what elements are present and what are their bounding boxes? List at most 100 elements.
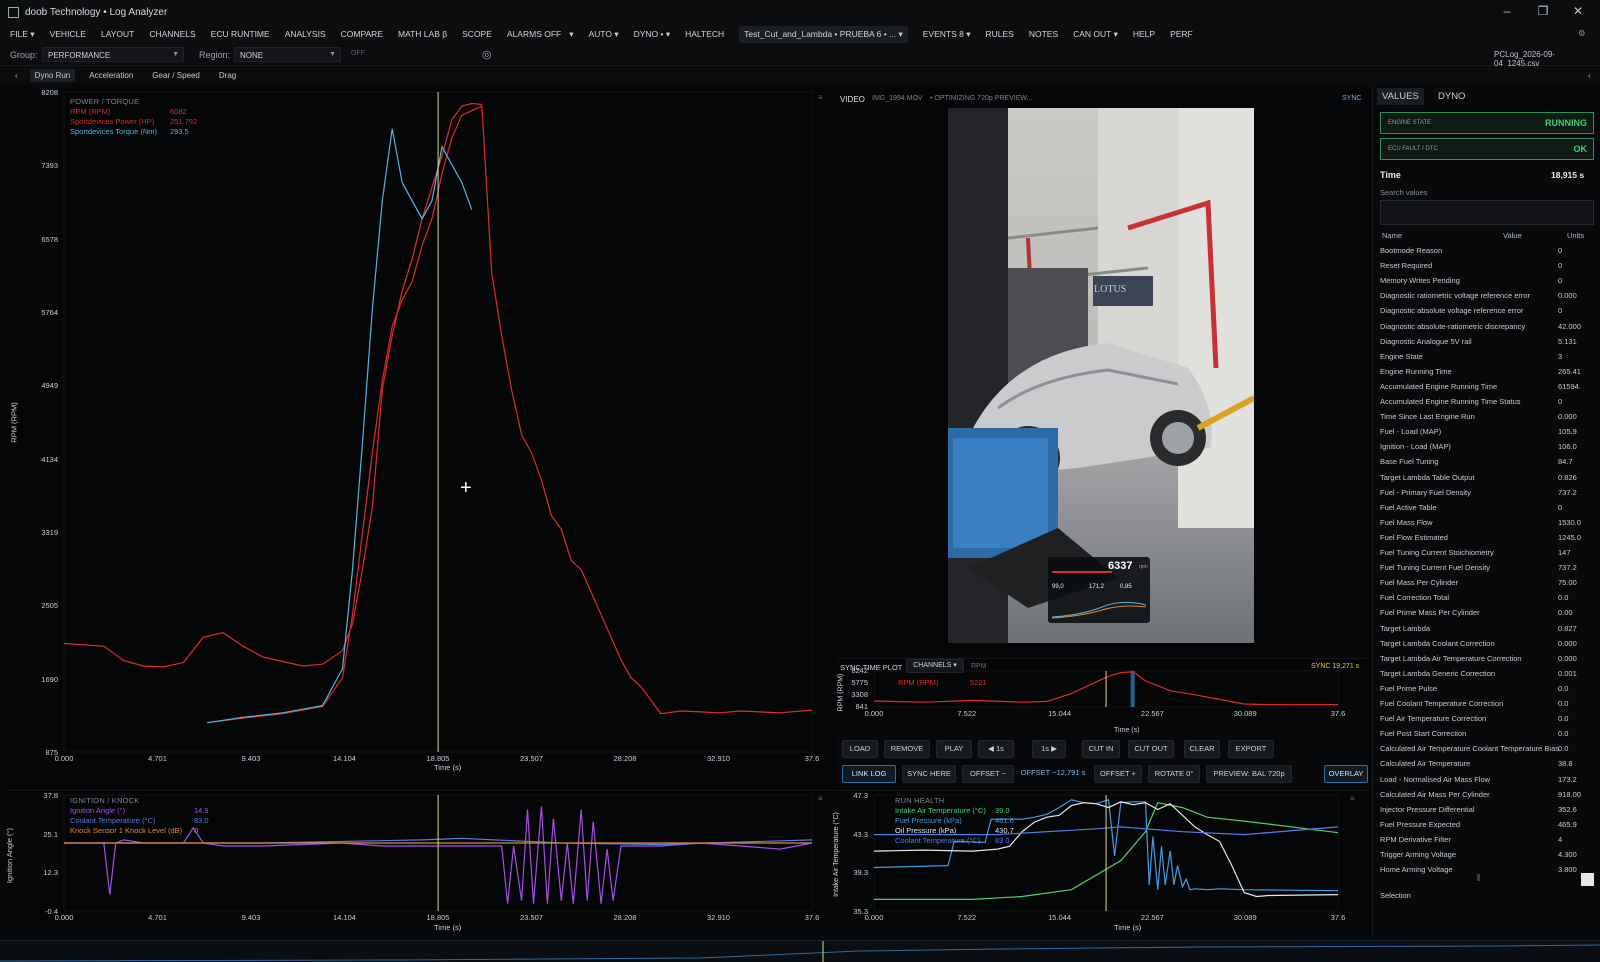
value-row[interactable]: Home Arming Voltage 3.800 <box>1380 863 1594 874</box>
value-row[interactable]: Fuel Prime Pulse 0.0 <box>1380 682 1594 697</box>
menu-ecu-runtime[interactable]: ECU RUNTIME <box>211 29 270 39</box>
value-row[interactable]: Fuel - Primary Fuel Density 737.2 <box>1380 486 1594 501</box>
menu-auto[interactable]: AUTO ▾ <box>589 29 619 40</box>
value-row[interactable]: Fuel Coolant Temperature Correction 0.0 <box>1380 697 1594 712</box>
overlay-button[interactable]: OVERLAY <box>1324 765 1368 783</box>
preview-quality-button[interactable]: PREVIEW: BAL 720p <box>1206 765 1292 783</box>
value-row[interactable]: Diagnostic ratiometric voltage reference… <box>1380 289 1594 304</box>
value-row[interactable]: Time Since Last Engine Run 0.000 <box>1380 410 1594 425</box>
timeline-overview-strip[interactable] <box>0 940 1600 962</box>
menu-channels[interactable]: CHANNELS <box>149 29 195 39</box>
menu-scope[interactable]: SCOPE <box>462 29 492 39</box>
value-row[interactable]: Accumulated Engine Running Time Status 0 <box>1380 395 1594 410</box>
offset-plus-button[interactable]: OFFSET + <box>1094 765 1142 783</box>
value-row[interactable]: Injector Pressure Differential 352.6 <box>1380 803 1594 818</box>
sync-here-button[interactable]: SYNC HERE <box>902 765 956 783</box>
value-row[interactable]: Target Lambda 0.827 <box>1380 622 1594 637</box>
value-row[interactable]: Calculated Air Mass Per Cylinder 918.00 <box>1380 788 1594 803</box>
value-row[interactable]: Fuel Post Start Correction 0.0 <box>1380 727 1594 742</box>
cut-in-button[interactable]: CUT IN <box>1082 740 1120 758</box>
menu-compare[interactable]: COMPARE <box>341 29 383 39</box>
tab-values[interactable]: VALUES <box>1377 88 1424 105</box>
play-button[interactable]: PLAY <box>936 740 972 758</box>
resize-handle[interactable] <box>1581 873 1594 886</box>
value-row[interactable]: Bootmode Reason 0 <box>1380 244 1594 259</box>
scroll-marker[interactable] <box>1477 874 1480 881</box>
value-row[interactable]: Trigger Arming Voltage 4.300 <box>1380 848 1594 863</box>
value-row[interactable]: Target Lambda Coolant Correction 0.000 <box>1380 637 1594 652</box>
value-row[interactable]: Fuel Active Table 0 <box>1380 501 1594 516</box>
target-icon[interactable]: ◎ <box>482 48 492 61</box>
menu-notes[interactable]: NOTES <box>1029 29 1058 39</box>
value-row[interactable]: Fuel Mass Per Cylinder 75.00 <box>1380 576 1594 591</box>
value-row[interactable]: Accumulated Engine Running Time 61594. <box>1380 380 1594 395</box>
rotate-button[interactable]: ROTATE 0° <box>1148 765 1200 783</box>
subtab-gear-speed[interactable]: Gear / Speed <box>147 69 205 82</box>
export-button[interactable]: EXPORT <box>1228 740 1274 758</box>
forward-1s-button[interactable]: 1s ▶ <box>1032 740 1066 758</box>
value-row[interactable]: RPM Derivative Filter 4 <box>1380 833 1594 848</box>
region-select[interactable]: NONE ▼ <box>234 47 341 62</box>
off-toggle[interactable]: OFF <box>351 50 365 57</box>
menu-analysis[interactable]: ANALYSIS <box>285 29 326 39</box>
menu-layout[interactable]: LAYOUT <box>101 29 134 39</box>
value-row[interactable]: Fuel Mass Flow 1530.0 <box>1380 516 1594 531</box>
value-row[interactable]: Fuel Tuning Current Fuel Density 737.2 <box>1380 561 1594 576</box>
minimize-button[interactable]: – <box>1492 4 1522 18</box>
value-row[interactable]: Target Lambda Table Output 0.826 <box>1380 471 1594 486</box>
value-row[interactable]: Fuel - Load (MAP) 105.9 <box>1380 425 1594 440</box>
value-row[interactable]: Target Lambda Generic Correction 0.001 <box>1380 667 1594 682</box>
menu-dyno[interactable]: DYNO • ▾ <box>634 29 671 40</box>
value-row[interactable]: Fuel Air Temperature Correction 0.0 <box>1380 712 1594 727</box>
value-row[interactable]: Calculated Air Temperature 38.8 <box>1380 757 1594 772</box>
menu-can-out[interactable]: CAN OUT ▾ <box>1073 29 1118 40</box>
column-name-header[interactable]: Name <box>1382 231 1402 240</box>
value-row[interactable]: Fuel Correction Total 0.0 <box>1380 591 1594 606</box>
column-units-header[interactable]: Units <box>1567 231 1584 240</box>
value-row[interactable]: Fuel Prime Mass Per Cylinder 0.00 <box>1380 606 1594 621</box>
settings-icon[interactable]: ⚙ <box>1578 28 1586 39</box>
value-row[interactable]: Calculated Air Temperature Coolant Tempe… <box>1380 742 1594 757</box>
video-frame[interactable]: LOTUS 6337 rpm 99,0 171,2 0,85 <box>948 108 1254 643</box>
subtab-dyno-run[interactable]: Dyno Run <box>29 68 76 82</box>
value-row[interactable]: Diagnostic absolute-ratiometric discrepa… <box>1380 320 1594 335</box>
value-row[interactable]: Fuel Pressure Expected 465.9 <box>1380 818 1594 833</box>
menu-perf[interactable]: PERF <box>1170 29 1193 39</box>
value-row[interactable]: Diagnostic Analogue 5V rail 5.131 <box>1380 335 1594 350</box>
subtab-acceleration[interactable]: Acceleration <box>84 69 138 82</box>
run-health-plot[interactable] <box>838 791 1370 937</box>
value-row[interactable]: Diagnostic absolute voltage reference er… <box>1380 304 1594 319</box>
restore-button[interactable]: ❐ <box>1528 4 1558 18</box>
value-row[interactable]: Base Fuel Tuning 84.7 <box>1380 455 1594 470</box>
menu-math-lab[interactable]: MATH LAB β <box>398 29 447 39</box>
ignition-knock-plot[interactable] <box>8 791 836 937</box>
menu-haltech[interactable]: HALTECH <box>685 29 724 39</box>
remove-button[interactable]: REMOVE <box>884 740 930 758</box>
value-row[interactable]: Ignition - Load (MAP) 106.0 <box>1380 440 1594 455</box>
menu-file[interactable]: FILE ▾ <box>10 29 35 40</box>
value-row[interactable]: Fuel Tuning Current Stoichiometry 147 <box>1380 546 1594 561</box>
menu-alarms[interactable]: ALARMS OFF <box>507 29 561 39</box>
load-button[interactable]: LOAD <box>842 740 878 758</box>
cut-out-button[interactable]: CUT OUT <box>1128 740 1174 758</box>
group-select[interactable]: PERFORMANCE ▼ <box>42 47 184 62</box>
search-values-input[interactable] <box>1380 200 1594 225</box>
log-file-tab[interactable]: Test_Cut_and_Lambda • PRUEBA 6 • ... ▾ <box>739 25 908 43</box>
menu-rules[interactable]: RULES <box>986 29 1014 39</box>
value-row[interactable]: Engine Running Time 265.41 <box>1380 365 1594 380</box>
value-row[interactable]: Memory Writes Pending 0 <box>1380 274 1594 289</box>
menu-help[interactable]: HELP <box>1133 29 1155 39</box>
clear-button[interactable]: CLEAR <box>1184 740 1220 758</box>
tab-dyno[interactable]: DYNO <box>1433 88 1470 105</box>
video-sync-badge[interactable]: SYNC <box>1342 95 1361 102</box>
subtab-drag[interactable]: Drag <box>214 69 241 82</box>
menu-events[interactable]: EVENTS 8 ▾ <box>923 29 971 40</box>
close-button[interactable]: ✕ <box>1563 4 1593 18</box>
offset-minus-button[interactable]: OFFSET − <box>962 765 1014 783</box>
value-row[interactable]: Reset Required 0 <box>1380 259 1594 274</box>
column-value-header[interactable]: Value <box>1503 231 1522 240</box>
value-row[interactable]: Fuel Flow Estimated 1245.0 <box>1380 531 1594 546</box>
value-row[interactable]: Target Lambda Air Temperature Correction… <box>1380 652 1594 667</box>
menu-alarms-dropdown[interactable]: ▾ <box>569 29 573 40</box>
back-1s-button[interactable]: ◀ 1s <box>978 740 1014 758</box>
